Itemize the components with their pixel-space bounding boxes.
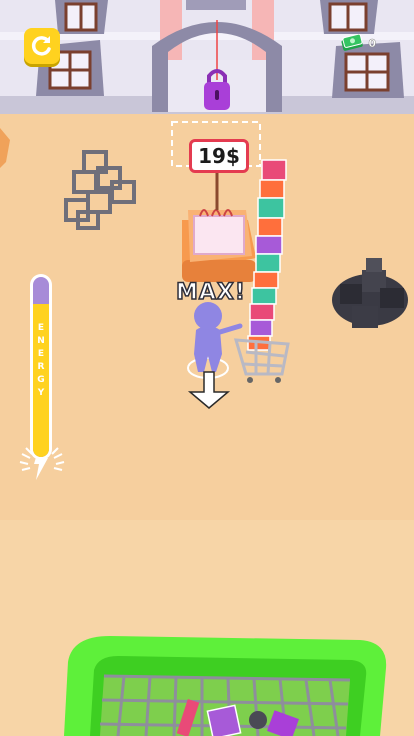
energy-bar-track: E N E R G Y <box>33 277 49 457</box>
energy-letter: R <box>37 362 45 372</box>
energy-label: E N E R G Y <box>33 322 49 400</box>
cash-icon <box>341 34 364 51</box>
game-scene <box>0 0 414 736</box>
restart-icon <box>31 36 51 56</box>
energy-letter: G <box>37 375 45 385</box>
money-count: 0 <box>368 36 376 50</box>
wall-window-left-top <box>55 0 108 34</box>
big-shopping-cart[interactable] <box>64 636 387 736</box>
energy-letter: E <box>37 349 45 359</box>
max-capacity-label: MAX! <box>175 279 246 306</box>
money-counter: 0 <box>340 34 376 52</box>
restart-button[interactable] <box>24 28 60 64</box>
energy-bar: E N E R G Y <box>30 274 52 460</box>
energy-letter: Y <box>37 388 45 398</box>
energy-letter: N <box>37 336 45 346</box>
energy-letter: E <box>37 323 45 333</box>
wall-window-right-top <box>320 0 378 34</box>
price-label: 19$ <box>198 144 240 168</box>
price-sign: 19$ <box>189 139 249 173</box>
